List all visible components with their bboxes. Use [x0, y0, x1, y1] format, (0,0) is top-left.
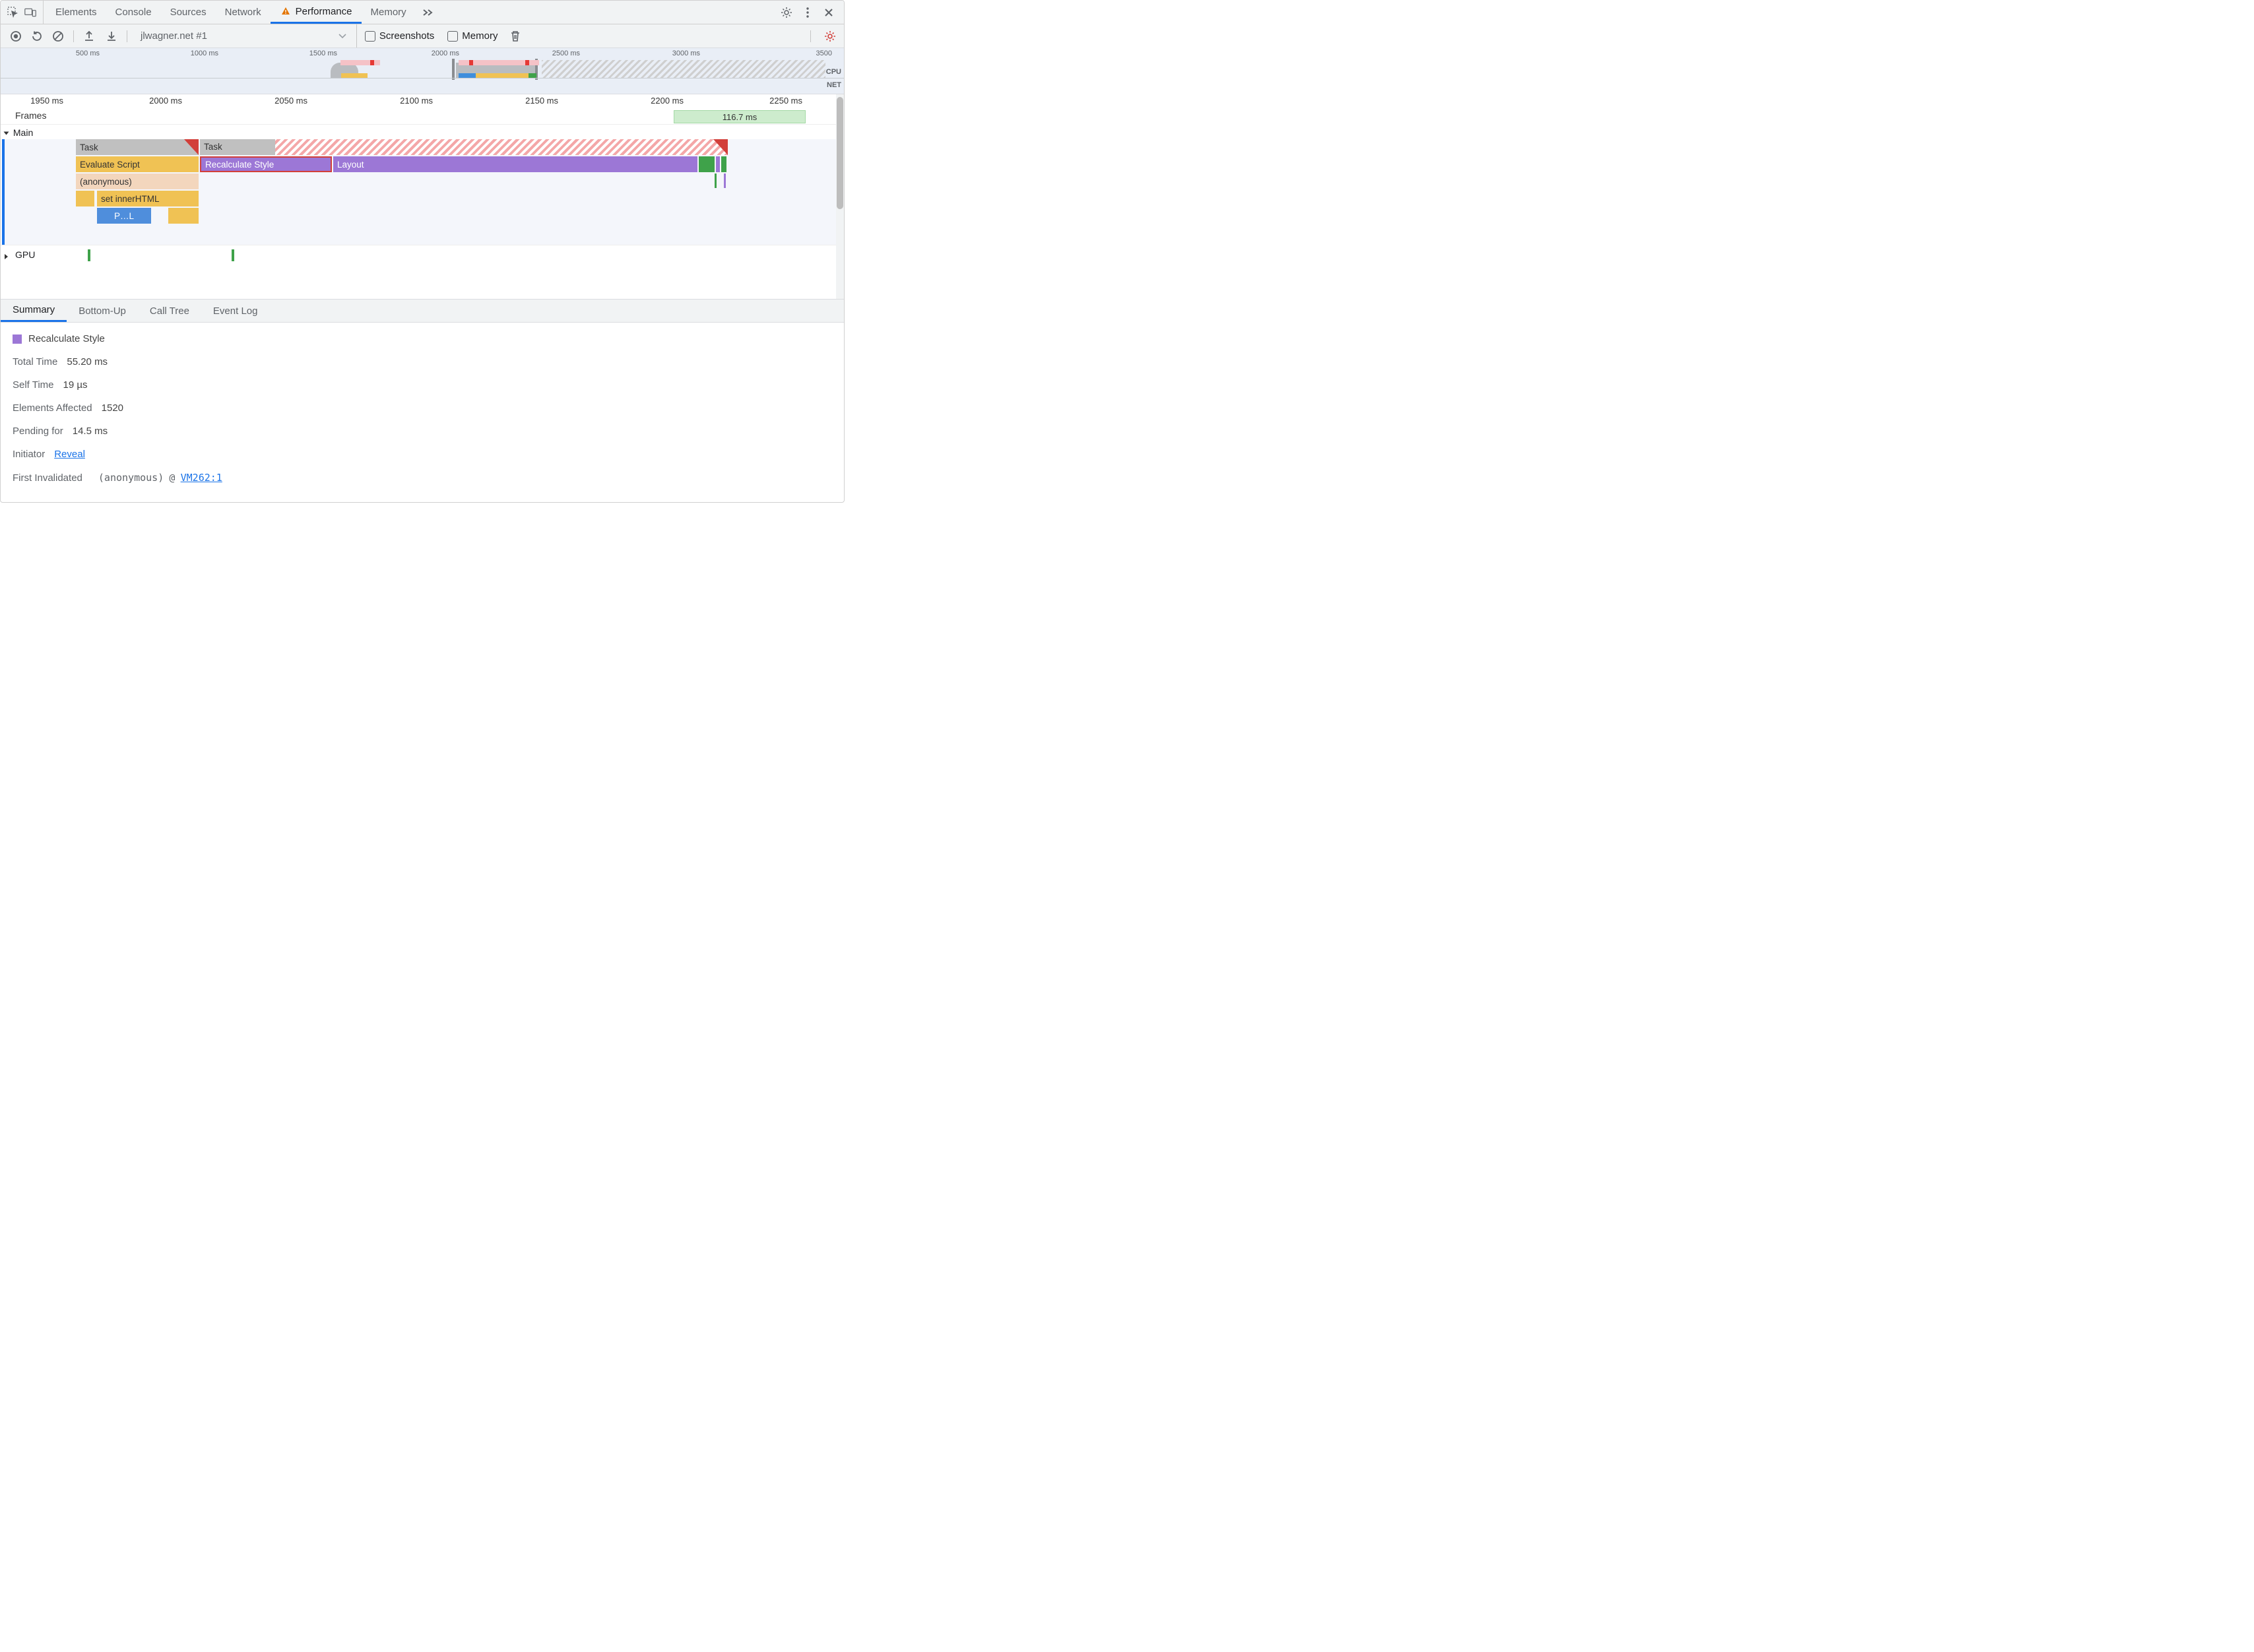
frames-label: Frames [15, 110, 46, 121]
warning-icon [280, 5, 292, 17]
recalculate-style-block[interactable]: Recalculate Style [200, 156, 332, 172]
checkbox-label: Screenshots [379, 30, 434, 42]
checkbox-icon [447, 31, 458, 42]
script-chip[interactable] [76, 191, 94, 206]
disclosure-triangle-icon [5, 251, 8, 261]
download-profile-icon[interactable] [106, 30, 117, 42]
summary-key: Total Time [13, 356, 57, 367]
capture-settings-gear-icon[interactable] [824, 30, 836, 42]
close-icon[interactable] [823, 7, 835, 18]
stack-at: @ [169, 472, 175, 484]
upload-profile-icon[interactable] [83, 30, 95, 42]
overview-time-ticks: 500 ms 1000 ms 1500 ms 2000 ms 2500 ms 3… [1, 48, 844, 57]
detail-tab-call-tree[interactable]: Call Tree [138, 300, 201, 322]
script-chip[interactable] [168, 208, 199, 224]
time-ruler: 1950 ms 2000 ms 2050 ms 2100 ms 2150 ms … [1, 94, 836, 109]
inspect-element-icon[interactable] [7, 7, 19, 18]
overview-pane[interactable]: 500 ms 1000 ms 1500 ms 2000 ms 2500 ms 3… [1, 48, 844, 94]
kebab-menu-icon[interactable] [802, 7, 814, 18]
trash-icon[interactable] [509, 30, 521, 42]
tab-label: Network [225, 7, 261, 18]
detail-tab-bottom-up[interactable]: Bottom-Up [67, 300, 138, 322]
tab-label: Performance [296, 6, 352, 17]
stack-function: (anonymous) [98, 472, 164, 484]
detail-tab-event-log[interactable]: Event Log [201, 300, 270, 322]
record-icon[interactable] [10, 30, 22, 42]
summary-value: 1520 [102, 402, 123, 414]
recording-select-label: jlwagner.net #1 [141, 30, 207, 42]
detail-tabs: Summary Bottom-Up Call Tree Event Log [1, 299, 844, 323]
frame-block[interactable]: 116.7 ms [674, 110, 806, 123]
gpu-label: GPU [15, 249, 35, 260]
devtools-tabstrip: Elements Console Sources Network Perform… [1, 1, 844, 24]
evaluate-script-block[interactable]: Evaluate Script [76, 156, 199, 172]
clear-icon[interactable] [52, 30, 64, 42]
event-color-swatch [13, 334, 22, 344]
tabs-overflow[interactable] [416, 1, 441, 24]
memory-checkbox[interactable]: Memory [442, 30, 503, 42]
performance-toolbar: jlwagner.net #1 Screenshots Memory [1, 24, 844, 48]
chevron-down-icon [337, 30, 348, 42]
device-toolbar-icon[interactable] [24, 7, 36, 18]
summary-key: Initiator [13, 449, 45, 460]
flame-chart[interactable]: 1950 ms 2000 ms 2050 ms 2100 ms 2150 ms … [1, 94, 836, 299]
separator [73, 30, 74, 42]
anonymous-block[interactable]: (anonymous) [76, 174, 199, 189]
detail-tab-summary[interactable]: Summary [1, 300, 67, 322]
parse-html-block[interactable]: P…L [97, 208, 151, 224]
recording-select[interactable]: jlwagner.net #1 [133, 24, 357, 48]
scrollbar-thumb[interactable] [837, 97, 843, 209]
summary-value: 14.5 ms [73, 426, 108, 437]
checkbox-icon [365, 31, 375, 42]
tab-label: Sources [170, 7, 207, 18]
reload-icon[interactable] [31, 30, 43, 42]
gpu-tick [232, 249, 234, 261]
frames-track: Frames 116.7 ms [1, 109, 836, 125]
tab-network[interactable]: Network [216, 1, 271, 24]
summary-panel: Recalculate Style Total Time 55.20 ms Se… [1, 323, 844, 502]
summary-title: Recalculate Style [28, 333, 105, 344]
layout-block[interactable]: Layout [333, 156, 697, 172]
stack-source-link[interactable]: VM262:1 [181, 472, 222, 484]
set-innerhtml-block[interactable]: set innerHTML [97, 191, 199, 206]
tab-label: Memory [371, 7, 406, 18]
tab-elements[interactable]: Elements [46, 1, 106, 24]
main-thread-flame: Task Task Evaluate Script Recalculate St… [2, 139, 836, 245]
disclosure-triangle-icon [4, 132, 9, 135]
tab-label: Console [115, 7, 152, 18]
task-block[interactable]: Task [76, 139, 199, 155]
screenshots-checkbox[interactable]: Screenshots [360, 30, 439, 42]
frame-duration: 116.7 ms [723, 112, 757, 122]
paint-block[interactable] [699, 156, 715, 172]
tab-performance[interactable]: Performance [271, 1, 362, 24]
reveal-link[interactable]: Reveal [54, 449, 85, 460]
main-track-label: Main [13, 127, 33, 138]
summary-key: Self Time [13, 379, 54, 391]
summary-key: Elements Affected [13, 402, 92, 414]
summary-key: Pending for [13, 426, 63, 437]
separator [810, 30, 811, 42]
settings-gear-icon[interactable] [781, 7, 792, 18]
gpu-track[interactable]: GPU [1, 245, 836, 267]
gpu-tick [88, 249, 90, 261]
long-task-block[interactable]: Task [200, 139, 728, 155]
tab-memory[interactable]: Memory [362, 1, 416, 24]
tab-label: Elements [55, 7, 97, 18]
checkbox-label: Memory [462, 30, 498, 42]
tab-console[interactable]: Console [106, 1, 161, 24]
summary-key: First Invalidated [13, 472, 82, 484]
vertical-scrollbar[interactable] [836, 94, 844, 299]
summary-value: 55.20 ms [67, 356, 108, 367]
summary-value: 19 µs [63, 379, 88, 391]
tab-sources[interactable]: Sources [161, 1, 216, 24]
main-track-header[interactable]: Main [1, 125, 836, 139]
